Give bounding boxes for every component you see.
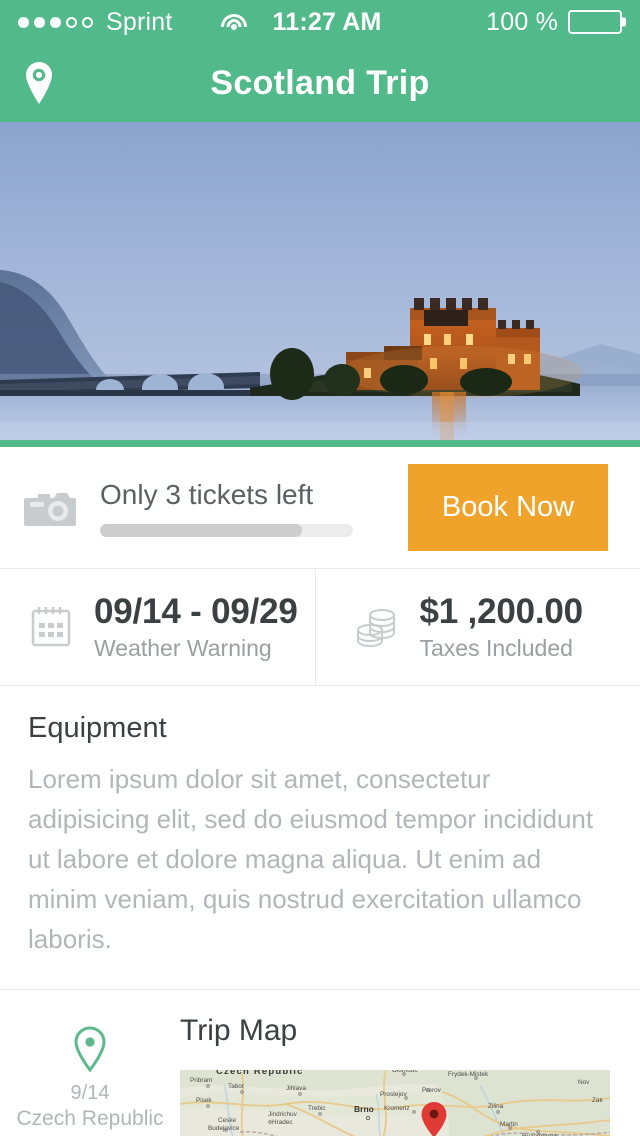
status-bar: Sprint 11:27 AM 100 % (0, 0, 640, 44)
status-bar-right: 100 % (486, 7, 626, 37)
clock-label: 11:27 AM (272, 7, 382, 36)
svg-text:Jindrichuv: Jindrichuv (268, 1111, 298, 1118)
facts-row: 09/14 - 09/29 Weather Warning $1 ,200.00… (0, 569, 640, 686)
trip-map-image[interactable]: Czech Republic Slovakia Pribram Tabor Pi… (180, 1070, 610, 1136)
equipment-description: Lorem ipsum dolor sit amet, consectetur … (28, 764, 594, 955)
svg-text:Tabor: Tabor (228, 1083, 245, 1090)
svg-text:Zak: Zak (592, 1097, 603, 1104)
page-title: Scotland Trip (210, 63, 430, 102)
equipment-heading: Equipment (28, 712, 167, 744)
svg-text:Jihlava: Jihlava (286, 1085, 306, 1092)
trip-map-section: 9/14 Czech Republic Trip Map Czech Repub… (0, 990, 640, 1136)
price-fact: $1 ,200.00 Taxes Included (314, 569, 640, 685)
dates-fact: 09/14 - 09/29 Weather Warning (0, 569, 315, 685)
calendar-icon (26, 602, 76, 652)
svg-text:Czech Republic: Czech Republic (216, 1070, 304, 1077)
svg-text:Prerov: Prerov (422, 1087, 442, 1094)
nav-bar: Scotland Trip (0, 44, 640, 122)
svg-text:Brno: Brno (354, 1104, 374, 1114)
phone-screen: Sprint 11:27 AM 100 % Scotland Trip Only… (0, 0, 640, 1136)
tickets-progress-bar (100, 523, 353, 537)
hero-accent-divider (0, 440, 640, 447)
tickets-left-label: Only 3 tickets left (100, 478, 314, 510)
svg-text:Ceske: Ceske (218, 1117, 237, 1124)
equipment-section: Equipment Lorem ipsum dolor sit amet, co… (0, 686, 640, 991)
camera-icon (22, 486, 78, 530)
svg-text:Budejovice: Budejovice (208, 1125, 240, 1132)
tickets-row: Only 3 tickets left Book Now (0, 447, 640, 569)
wifi-icon (220, 12, 247, 32)
status-bar-left: Sprint (18, 8, 173, 37)
tickets-info: Only 3 tickets left (100, 479, 408, 537)
hero-image (0, 122, 640, 440)
svg-text:Zilina: Zilina (488, 1103, 504, 1110)
battery-icon (568, 10, 626, 34)
carrier-label: Sprint (106, 7, 173, 36)
svg-text:Nov: Nov (578, 1079, 590, 1086)
price-text: $1 ,200.00 Taxes Included (419, 591, 584, 662)
dates-text: 09/14 - 09/29 Weather Warning (94, 592, 298, 662)
stop-date: 9/14 (70, 1082, 110, 1105)
trip-timeline: 9/14 Czech Republic (0, 1014, 180, 1136)
status-bar-center: 11:27 AM (220, 7, 382, 37)
price-value: $1 ,200.00 (419, 591, 584, 631)
svg-text:Prostejov: Prostejov (380, 1091, 407, 1098)
svg-text:Martin: Martin (500, 1121, 518, 1128)
battery-percent-label: 100 % (486, 7, 558, 36)
tickets-progress-fill (100, 523, 303, 537)
svg-text:Pribram: Pribram (190, 1077, 212, 1084)
stop-place: Czech Republic (16, 1107, 164, 1131)
dates-note: Weather Warning (94, 635, 272, 662)
map-column: Trip Map Czech Republic Pribram Tabor Pi… (180, 1014, 640, 1136)
svg-text:Kromeriz: Kromeriz (384, 1105, 410, 1112)
svg-text:Frydek-Mistek: Frydek-Mistek (448, 1071, 489, 1078)
book-now-button[interactable]: Book Now (408, 464, 608, 551)
signal-strength-icon (18, 16, 93, 28)
svg-text:Olomouc: Olomouc (392, 1070, 418, 1074)
svg-text:Hradec: Hradec (272, 1119, 293, 1126)
dates-value: 09/14 - 09/29 (94, 591, 298, 631)
svg-text:Pisek: Pisek (196, 1097, 212, 1104)
trip-map-heading: Trip Map (180, 1014, 298, 1048)
price-note: Taxes Included (419, 635, 573, 662)
svg-text:Trebic: Trebic (308, 1105, 326, 1112)
coins-icon (352, 602, 402, 652)
map-pin-icon[interactable] (72, 1026, 108, 1073)
